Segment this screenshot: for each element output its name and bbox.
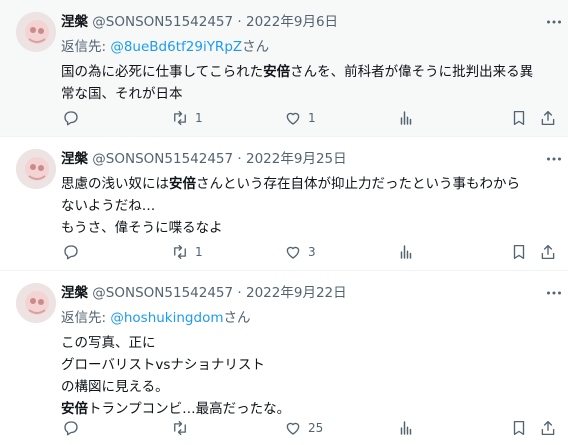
reply-to-line: 返信先: @8ueBd6tf29iYRpZさん	[61, 37, 556, 57]
reply-button[interactable]	[62, 417, 86, 439]
views-icon	[400, 245, 412, 259]
retweet-count: 1	[195, 245, 203, 259]
bookmark-button[interactable]	[510, 241, 528, 263]
tweet-actions: 1 1	[61, 107, 568, 129]
like-button[interactable]: 1	[284, 107, 316, 129]
reply-icon	[64, 421, 78, 436]
tweet-text-highlight: 安倍	[61, 401, 88, 417]
avatar-image	[16, 12, 56, 52]
heart-icon	[286, 422, 300, 435]
like-button[interactable]: 3	[284, 241, 316, 263]
tweet-text: 思慮の浅い奴には安倍さんという存在自体が抑止力だったという事もわから ないようだ…	[61, 173, 556, 239]
retweet-icon	[174, 420, 186, 436]
tweet-actions: 1 3	[61, 241, 568, 263]
like-count: 25	[308, 421, 324, 435]
reply-to-suffix: さん	[223, 310, 251, 326]
heart-icon	[286, 112, 300, 125]
user-handle[interactable]: @SONSON51542457	[92, 14, 233, 30]
tweet-text: この写真、正に グローバリストvsナショナリスト の構図に見える。 安倍トランプ…	[61, 332, 556, 420]
bookmark-button[interactable]	[510, 417, 528, 439]
separator-dot: ·	[237, 285, 242, 301]
tweet-text-part: この写真、正に グローバリストvsナショナリスト の構図に見える。	[61, 335, 265, 395]
retweet-button[interactable]: 1	[171, 107, 203, 129]
bookmark-icon	[513, 110, 525, 126]
tweet-text-part: 思慮の浅い奴には	[61, 176, 169, 192]
views-button[interactable]	[397, 241, 415, 263]
reply-to-suffix: さん	[242, 39, 270, 55]
reply-to-prefix: 返信先:	[61, 310, 111, 326]
tweet-text-part: 国の為に必死に仕事してこられた	[61, 64, 264, 80]
reply-icon	[64, 111, 78, 126]
avatar[interactable]	[16, 12, 56, 52]
views-button[interactable]	[397, 107, 415, 129]
share-icon	[541, 420, 555, 436]
reply-button[interactable]	[62, 241, 86, 263]
heart-icon	[286, 246, 300, 259]
tweet-text-highlight: 安倍	[169, 176, 196, 192]
display-name[interactable]: 涅槃	[61, 14, 88, 30]
reply-button[interactable]	[62, 107, 86, 129]
tweet[interactable]: 涅槃 @SONSON51542457 · 2022年9月6日 返信先: @8ue…	[0, 0, 568, 137]
retweet-count: 1	[195, 111, 203, 125]
like-button[interactable]: 25	[284, 417, 323, 439]
tweet[interactable]: 涅槃 @SONSON51542457 · 2022年9月22日 返信先: @ho…	[0, 271, 568, 445]
tweet-text: 国の為に必死に仕事してこられた安倍さんを、前科者が偉そうに批判出来る異 常な国、…	[61, 61, 556, 105]
like-count: 1	[308, 111, 316, 125]
reply-to-line: 返信先: @hoshukingdomさん	[61, 308, 556, 328]
views-button[interactable]	[397, 417, 415, 439]
retweet-button[interactable]: 1	[171, 241, 203, 263]
tweet-date[interactable]: 2022年9月22日	[246, 285, 347, 301]
views-icon	[400, 421, 412, 435]
tweet-header: 涅槃 @SONSON51542457 · 2022年9月6日	[61, 12, 556, 32]
reply-to-handle-link[interactable]: @8ueBd6tf29iYRpZ	[110, 39, 242, 55]
separator-dot: ·	[237, 14, 242, 30]
display-name[interactable]: 涅槃	[61, 285, 88, 301]
tweet-date[interactable]: 2022年9月25日	[246, 151, 347, 167]
reply-to-handle-link[interactable]: @hoshukingdom	[110, 310, 223, 326]
tweet-header: 涅槃 @SONSON51542457 · 2022年9月22日	[61, 283, 556, 303]
like-count: 3	[308, 245, 316, 259]
share-button[interactable]	[539, 241, 557, 263]
bookmark-icon	[513, 420, 525, 436]
separator-dot: ·	[237, 151, 242, 167]
tweet-text-highlight: 安倍	[263, 64, 291, 80]
more-icon[interactable]	[546, 285, 562, 301]
tweet-header: 涅槃 @SONSON51542457 · 2022年9月25日	[61, 149, 556, 169]
display-name[interactable]: 涅槃	[61, 151, 88, 167]
avatar-image	[16, 149, 56, 189]
more-icon[interactable]	[546, 14, 562, 30]
share-icon	[541, 244, 555, 260]
bookmark-icon	[513, 244, 525, 260]
retweet-icon	[174, 244, 186, 260]
tweet-date[interactable]: 2022年9月6日	[246, 14, 338, 30]
tweet-text-part: トランプコンビ…最高だったな。	[88, 401, 291, 417]
tweet-feed: 涅槃 @SONSON51542457 · 2022年9月6日 返信先: @8ue…	[0, 0, 568, 445]
views-icon	[400, 111, 412, 125]
bookmark-button[interactable]	[510, 107, 528, 129]
reply-icon	[64, 245, 78, 260]
share-button[interactable]	[539, 107, 557, 129]
avatar[interactable]	[16, 283, 56, 323]
share-icon	[541, 110, 555, 126]
tweet[interactable]: 涅槃 @SONSON51542457 · 2022年9月25日 思慮の浅い奴には…	[0, 137, 568, 271]
user-handle[interactable]: @SONSON51542457	[92, 285, 233, 301]
retweet-icon	[174, 110, 186, 126]
reply-to-prefix: 返信先:	[61, 39, 111, 55]
tweet-actions: 25	[61, 417, 568, 439]
avatar-image	[16, 283, 56, 323]
share-button[interactable]	[539, 417, 557, 439]
avatar[interactable]	[16, 149, 56, 189]
more-icon[interactable]	[546, 151, 562, 167]
user-handle[interactable]: @SONSON51542457	[92, 151, 233, 167]
retweet-button[interactable]	[171, 417, 195, 439]
